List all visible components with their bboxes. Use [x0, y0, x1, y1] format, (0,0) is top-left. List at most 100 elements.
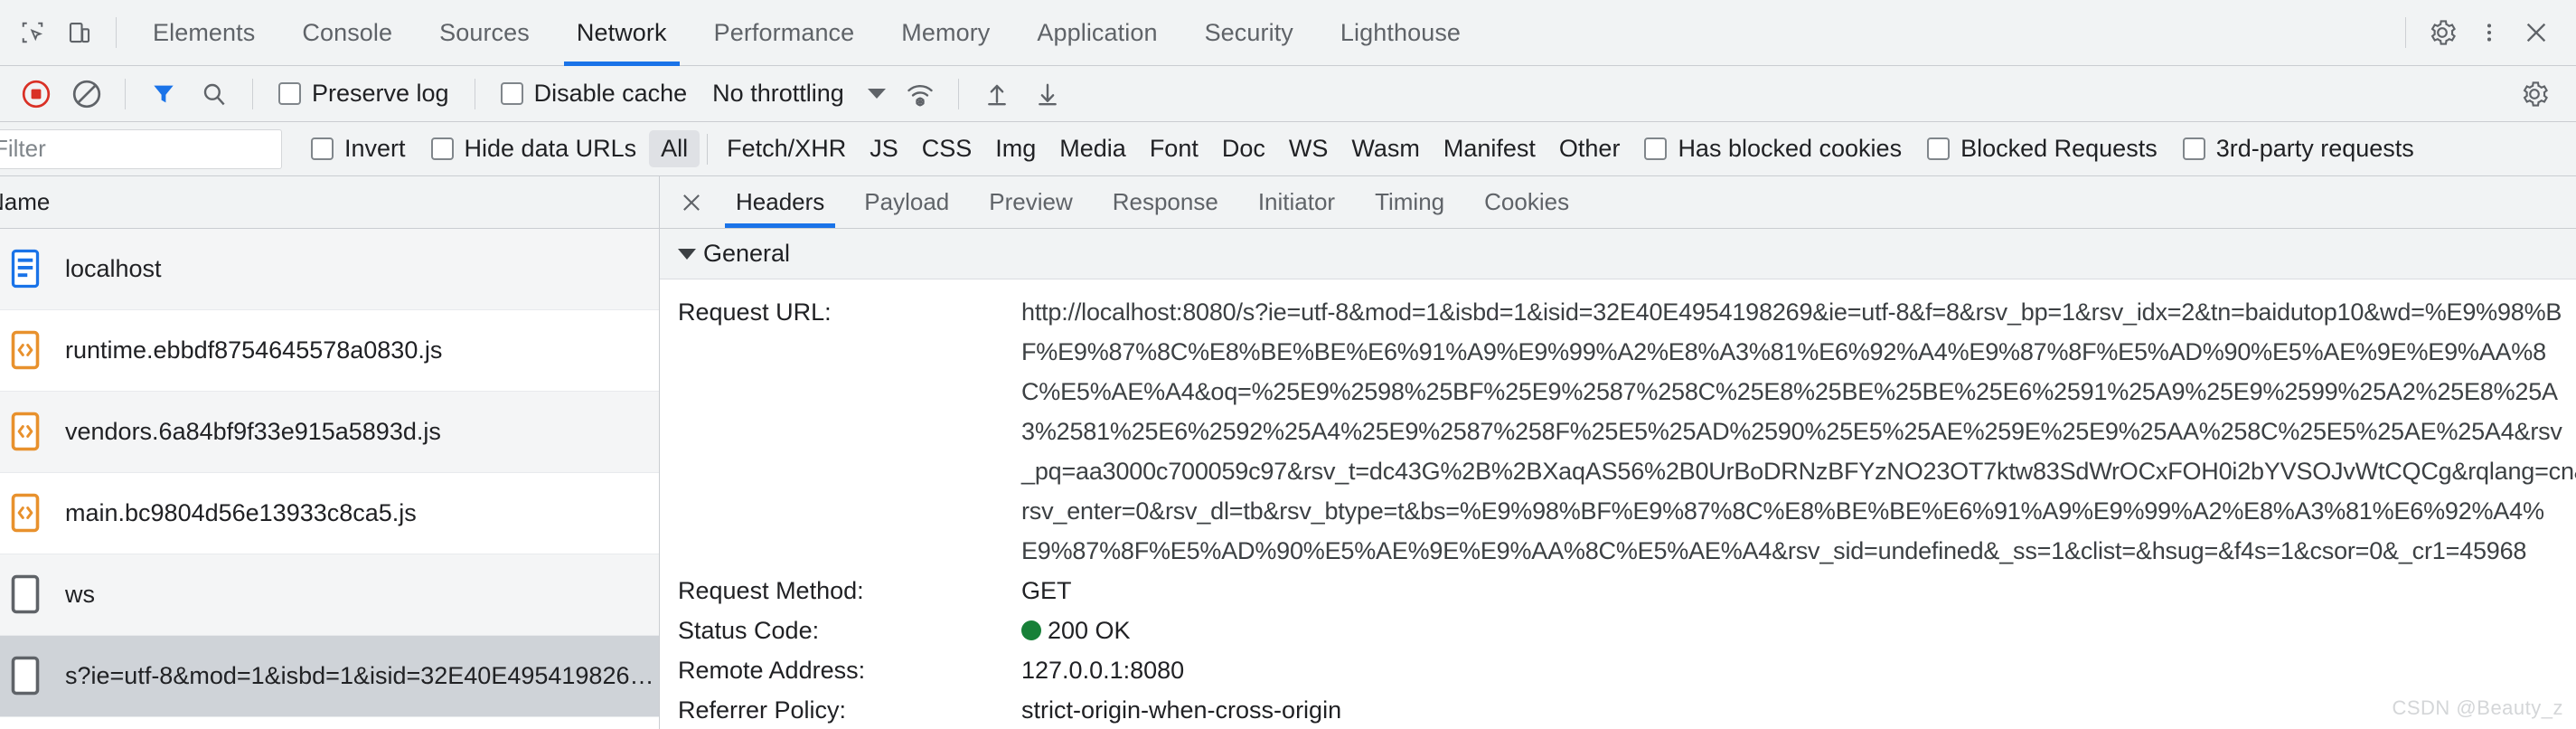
search-icon[interactable]	[189, 69, 240, 119]
tab-timing[interactable]: Timing	[1355, 176, 1464, 228]
general-section-label: General	[703, 240, 791, 267]
network-conditions-icon[interactable]	[895, 69, 945, 119]
filter-type-fetch-xhr[interactable]: Fetch/XHR	[715, 130, 858, 167]
tab-lighthouse[interactable]: Lighthouse	[1317, 0, 1484, 66]
request-name: runtime.ebbdf8754645578a0830.js	[65, 336, 443, 364]
disable-cache-checkbox[interactable]: Disable cache	[488, 80, 700, 108]
tab-response[interactable]: Response	[1093, 176, 1238, 228]
filter-input[interactable]: Filter	[0, 128, 282, 169]
filter-divider	[707, 133, 709, 165]
request-url-line: http://localhost:8080/s?ie=utf-8&mod=1&i…	[1021, 298, 2562, 326]
tab-payload[interactable]: Payload	[844, 176, 969, 228]
more-vertical-icon[interactable]	[2466, 9, 2513, 56]
filter-type-css[interactable]: CSS	[910, 130, 984, 167]
disable-cache-box[interactable]	[500, 82, 523, 105]
filter-type-font[interactable]: Font	[1138, 130, 1210, 167]
tab-elements[interactable]: Elements	[129, 0, 278, 66]
remote-address-value: 127.0.0.1:8080	[1021, 657, 1185, 684]
tab-console[interactable]: Console	[278, 0, 416, 66]
request-name: localhost	[65, 255, 162, 282]
request-name: ws	[65, 581, 95, 608]
hide-data-urls-checkbox[interactable]: Hide data URLs	[418, 135, 650, 163]
tab-memory[interactable]: Memory	[878, 0, 1013, 66]
details-tabbar: Headers Payload Preview Response Initiat…	[660, 176, 2576, 229]
third-party-requests-checkbox[interactable]: 3rd-party requests	[2170, 135, 2427, 163]
tab-preview[interactable]: Preview	[969, 176, 1092, 228]
filter-type-manifest[interactable]: Manifest	[1432, 130, 1547, 167]
referrer-policy-key: Referrer Policy:	[678, 696, 847, 724]
has-blocked-cookies-label: Has blocked cookies	[1678, 135, 1903, 162]
has-blocked-cookies-box[interactable]	[1644, 137, 1668, 160]
tab-network[interactable]: Network	[553, 0, 691, 66]
blocked-requests-box[interactable]	[1927, 137, 1951, 160]
invert-label: Invert	[344, 135, 406, 162]
close-details-icon[interactable]	[667, 176, 716, 228]
request-url-value[interactable]: http://localhost:8080/s?ie=utf-8&mod=1&i…	[1021, 292, 2576, 571]
request-url-line: rsv_enter=0&rsv_dl=tb&rsv_btype=t&bs=%E9…	[1021, 497, 2544, 525]
tab-performance[interactable]: Performance	[691, 0, 879, 66]
watermark: CSDN @Beauty_z	[2392, 696, 2563, 719]
throttling-dropdown[interactable]: No throttling	[700, 80, 895, 108]
tab-security[interactable]: Security	[1181, 0, 1317, 66]
request-name: s?ie=utf-8&mod=1&isbd=1&isid=32E40E49541…	[65, 662, 654, 689]
column-header-name: Name	[0, 188, 51, 215]
filter-type-ws[interactable]: WS	[1277, 130, 1340, 167]
hide-data-urls-box[interactable]	[430, 137, 454, 160]
table-row[interactable]: vendors.6a84bf9f33e915a5893d.js	[0, 392, 659, 473]
tab-initiator[interactable]: Initiator	[1238, 176, 1355, 228]
tab-sources[interactable]: Sources	[416, 0, 553, 66]
gear-icon[interactable]	[2419, 9, 2466, 56]
filter-type-other[interactable]: Other	[1547, 130, 1632, 167]
throttling-value: No throttling	[712, 80, 844, 107]
tab-application[interactable]: Application	[1013, 0, 1180, 66]
devtools-window-controls	[2393, 9, 2576, 56]
tab-headers[interactable]: Headers	[716, 176, 844, 228]
referrer-policy-row: Referrer Policy: strict-origin-when-cros…	[660, 690, 2576, 729]
filter-type-js[interactable]: JS	[858, 130, 910, 167]
table-row[interactable]: s?ie=utf-8&mod=1&isbd=1&isid=32E40E49541…	[0, 636, 659, 717]
record-stop-button[interactable]	[11, 69, 61, 119]
general-section-header[interactable]: General	[660, 229, 2576, 279]
invert-box[interactable]	[311, 137, 334, 160]
preserve-log-box[interactable]	[278, 82, 301, 105]
preserve-log-checkbox[interactable]: Preserve log	[266, 80, 462, 108]
network-settings-gear-icon[interactable]	[2509, 69, 2560, 119]
invert-checkbox[interactable]: Invert	[298, 135, 418, 163]
filter-type-wasm-label: Wasm	[1351, 135, 1420, 162]
filter-type-doc-label: Doc	[1221, 135, 1265, 162]
table-row[interactable]: ws	[0, 554, 659, 636]
filter-type-img[interactable]: Img	[983, 130, 1048, 167]
filter-type-manifest-label: Manifest	[1443, 135, 1536, 162]
request-url-line: F%E9%87%8C%E8%BE%BE%E6%91%A9%E9%99%A2%E8…	[1021, 338, 2546, 365]
device-toolbar-icon[interactable]	[56, 9, 103, 56]
table-row[interactable]: runtime.ebbdf8754645578a0830.js	[0, 310, 659, 392]
filter-type-all[interactable]: All	[649, 130, 700, 167]
blocked-requests-checkbox[interactable]: Blocked Requests	[1914, 135, 2170, 163]
status-badge	[1021, 620, 1041, 640]
request-url-line: 3%2581%25E6%2592%25A4%25E9%2587%258F%25E…	[1021, 418, 2562, 445]
network-toolbar: Preserve log Disable cache No throttling	[0, 66, 2576, 122]
table-row[interactable]: main.bc9804d56e13933c8ca5.js	[0, 473, 659, 554]
has-blocked-cookies-checkbox[interactable]: Has blocked cookies	[1631, 135, 1914, 163]
devtools-window: Elements Console Sources Network Perform…	[0, 0, 2576, 729]
tab-console-label: Console	[302, 18, 393, 46]
tab-performance-label: Performance	[713, 18, 855, 46]
close-icon[interactable]	[2513, 9, 2560, 56]
import-har-icon[interactable]	[972, 69, 1022, 119]
third-party-requests-box[interactable]	[2182, 137, 2205, 160]
table-row[interactable]: localhost	[0, 229, 659, 310]
clear-button[interactable]	[61, 69, 112, 119]
filter-funnel-icon[interactable]	[138, 69, 189, 119]
filter-type-media[interactable]: Media	[1048, 130, 1138, 167]
request-url-line: E9%87%8F%E5%AD%90%E5%AE%9E%E9%AA%8C%E5%A…	[1021, 537, 2527, 564]
network-toolbar-right	[2509, 69, 2576, 119]
filter-type-doc[interactable]: Doc	[1210, 130, 1277, 167]
export-har-icon[interactable]	[1022, 69, 1073, 119]
status-code-value-wrap: 200 OK	[1021, 611, 2576, 650]
filter-type-media-label: Media	[1059, 135, 1126, 162]
inspect-element-icon[interactable]	[9, 9, 56, 56]
tab-cookies[interactable]: Cookies	[1464, 176, 1589, 228]
network-filter-bar: Filter Invert Hide data URLs All Fetch/X…	[0, 122, 2576, 176]
filter-type-wasm[interactable]: Wasm	[1340, 130, 1432, 167]
tab-sources-label: Sources	[439, 18, 530, 46]
